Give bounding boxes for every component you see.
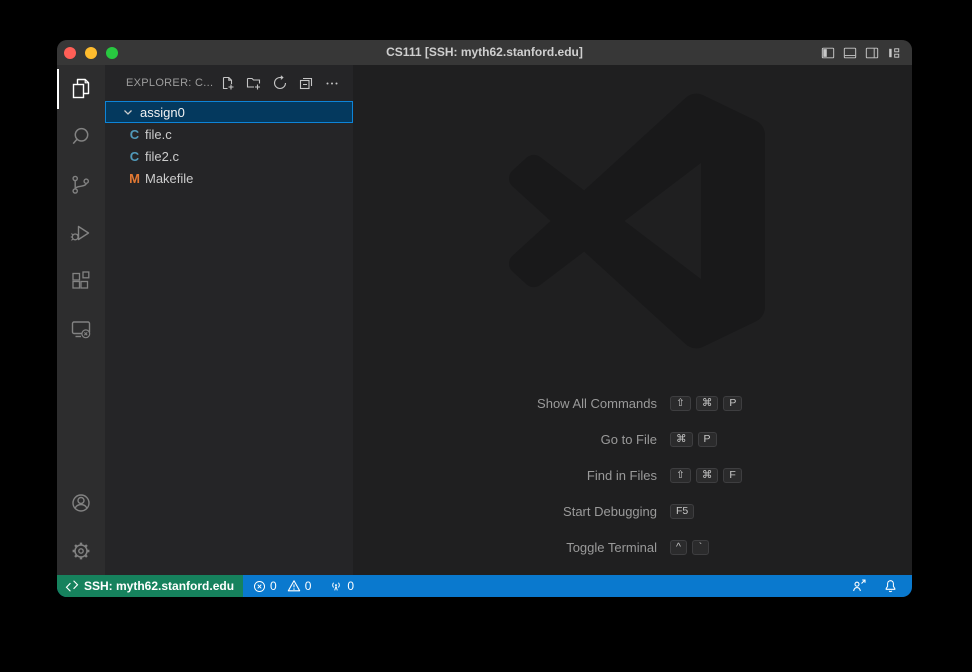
key-p: P: [723, 396, 742, 411]
explorer-sidebar: EXPLORER: C...: [105, 65, 353, 575]
remote-label: SSH: myth62.stanford.edu: [84, 579, 234, 593]
problems-indicator[interactable]: 0 0: [253, 579, 311, 593]
tree-item-assign0[interactable]: assign0: [105, 101, 353, 123]
warning-icon: [287, 579, 301, 593]
error-count: 0: [270, 579, 277, 593]
activity-extensions[interactable]: [57, 257, 105, 305]
key-cmd: ⌘: [696, 396, 719, 411]
key-shift: ⇧: [670, 396, 691, 411]
run-debug-icon: [69, 221, 93, 245]
new-folder-icon[interactable]: [246, 75, 262, 91]
key-p: P: [698, 432, 717, 447]
shortcut-label: Find in Files: [353, 468, 657, 483]
more-actions-icon[interactable]: [324, 75, 340, 91]
files-icon: [69, 77, 93, 101]
activity-remote-explorer[interactable]: [57, 305, 105, 353]
search-icon: [69, 125, 93, 149]
shortcut-label: Start Debugging: [353, 504, 657, 519]
activity-run-debug[interactable]: [57, 209, 105, 257]
watermark-shortcuts: Show All Commands ⇧ ⌘ P Go to File ⌘ P F…: [353, 385, 912, 565]
tree-item-file2-c[interactable]: C file2.c: [105, 145, 353, 167]
ports-count: 0: [347, 579, 354, 593]
activity-bar: [57, 65, 105, 575]
makefile-icon: M: [127, 171, 142, 186]
remote-icon: [65, 579, 79, 593]
file-label: file.c: [145, 127, 172, 142]
feedback-icon[interactable]: [851, 578, 867, 594]
c-file-icon: C: [127, 127, 142, 142]
key-backtick: `: [692, 540, 709, 555]
activity-accounts[interactable]: [57, 479, 105, 527]
folder-label: assign0: [140, 105, 185, 120]
key-shift: ⇧: [670, 468, 691, 483]
key-cmd: ⌘: [696, 468, 719, 483]
tree-item-makefile[interactable]: M Makefile: [105, 167, 353, 189]
activity-settings[interactable]: [57, 527, 105, 575]
file-label: file2.c: [145, 149, 179, 164]
source-control-icon: [69, 173, 93, 197]
remote-explorer-icon: [69, 317, 93, 341]
key-cmd: ⌘: [670, 432, 693, 447]
titlebar[interactable]: CS111 [SSH: myth62.stanford.edu]: [57, 40, 912, 65]
shortcut-label: Go to File: [353, 432, 657, 447]
customize-layout-icon[interactable]: [887, 46, 901, 60]
toggle-panel-icon[interactable]: [843, 46, 857, 60]
explorer-header-title: EXPLORER: C...: [126, 77, 213, 89]
shortcut-label: Show All Commands: [353, 396, 657, 411]
tree-item-file-c[interactable]: C file.c: [105, 123, 353, 145]
warning-count: 0: [305, 579, 312, 593]
new-file-icon[interactable]: [220, 75, 236, 91]
collapse-all-icon[interactable]: [298, 75, 314, 91]
ports-indicator[interactable]: 0: [329, 579, 354, 593]
c-file-icon: C: [127, 149, 142, 164]
editor-area: Show All Commands ⇧ ⌘ P Go to File ⌘ P F…: [353, 65, 912, 575]
window-title: CS111 [SSH: myth62.stanford.edu]: [57, 40, 912, 65]
toggle-secondary-sidebar-icon[interactable]: [865, 46, 879, 60]
refresh-icon[interactable]: [272, 75, 288, 91]
bell-icon[interactable]: [883, 579, 898, 594]
activity-search[interactable]: [57, 113, 105, 161]
activity-explorer[interactable]: [57, 65, 105, 113]
gear-icon: [69, 539, 93, 563]
activity-source-control[interactable]: [57, 161, 105, 209]
key-ctrl: ^: [670, 540, 687, 555]
remote-indicator[interactable]: SSH: myth62.stanford.edu: [57, 575, 243, 597]
account-icon: [69, 491, 93, 515]
extensions-icon: [69, 269, 93, 293]
status-bar: SSH: myth62.stanford.edu 0 0: [57, 575, 912, 597]
key-f: F: [723, 468, 741, 483]
radio-tower-icon: [329, 579, 343, 593]
vscode-logo-watermark: [509, 93, 765, 349]
shortcut-label: Toggle Terminal: [353, 540, 657, 555]
vscode-window: CS111 [SSH: myth62.stanford.edu]: [57, 40, 912, 597]
key-f5: F5: [670, 504, 694, 519]
chevron-down-icon: [120, 104, 136, 120]
file-label: Makefile: [145, 171, 193, 186]
error-icon: [253, 580, 266, 593]
toggle-sidebar-icon[interactable]: [821, 46, 835, 60]
